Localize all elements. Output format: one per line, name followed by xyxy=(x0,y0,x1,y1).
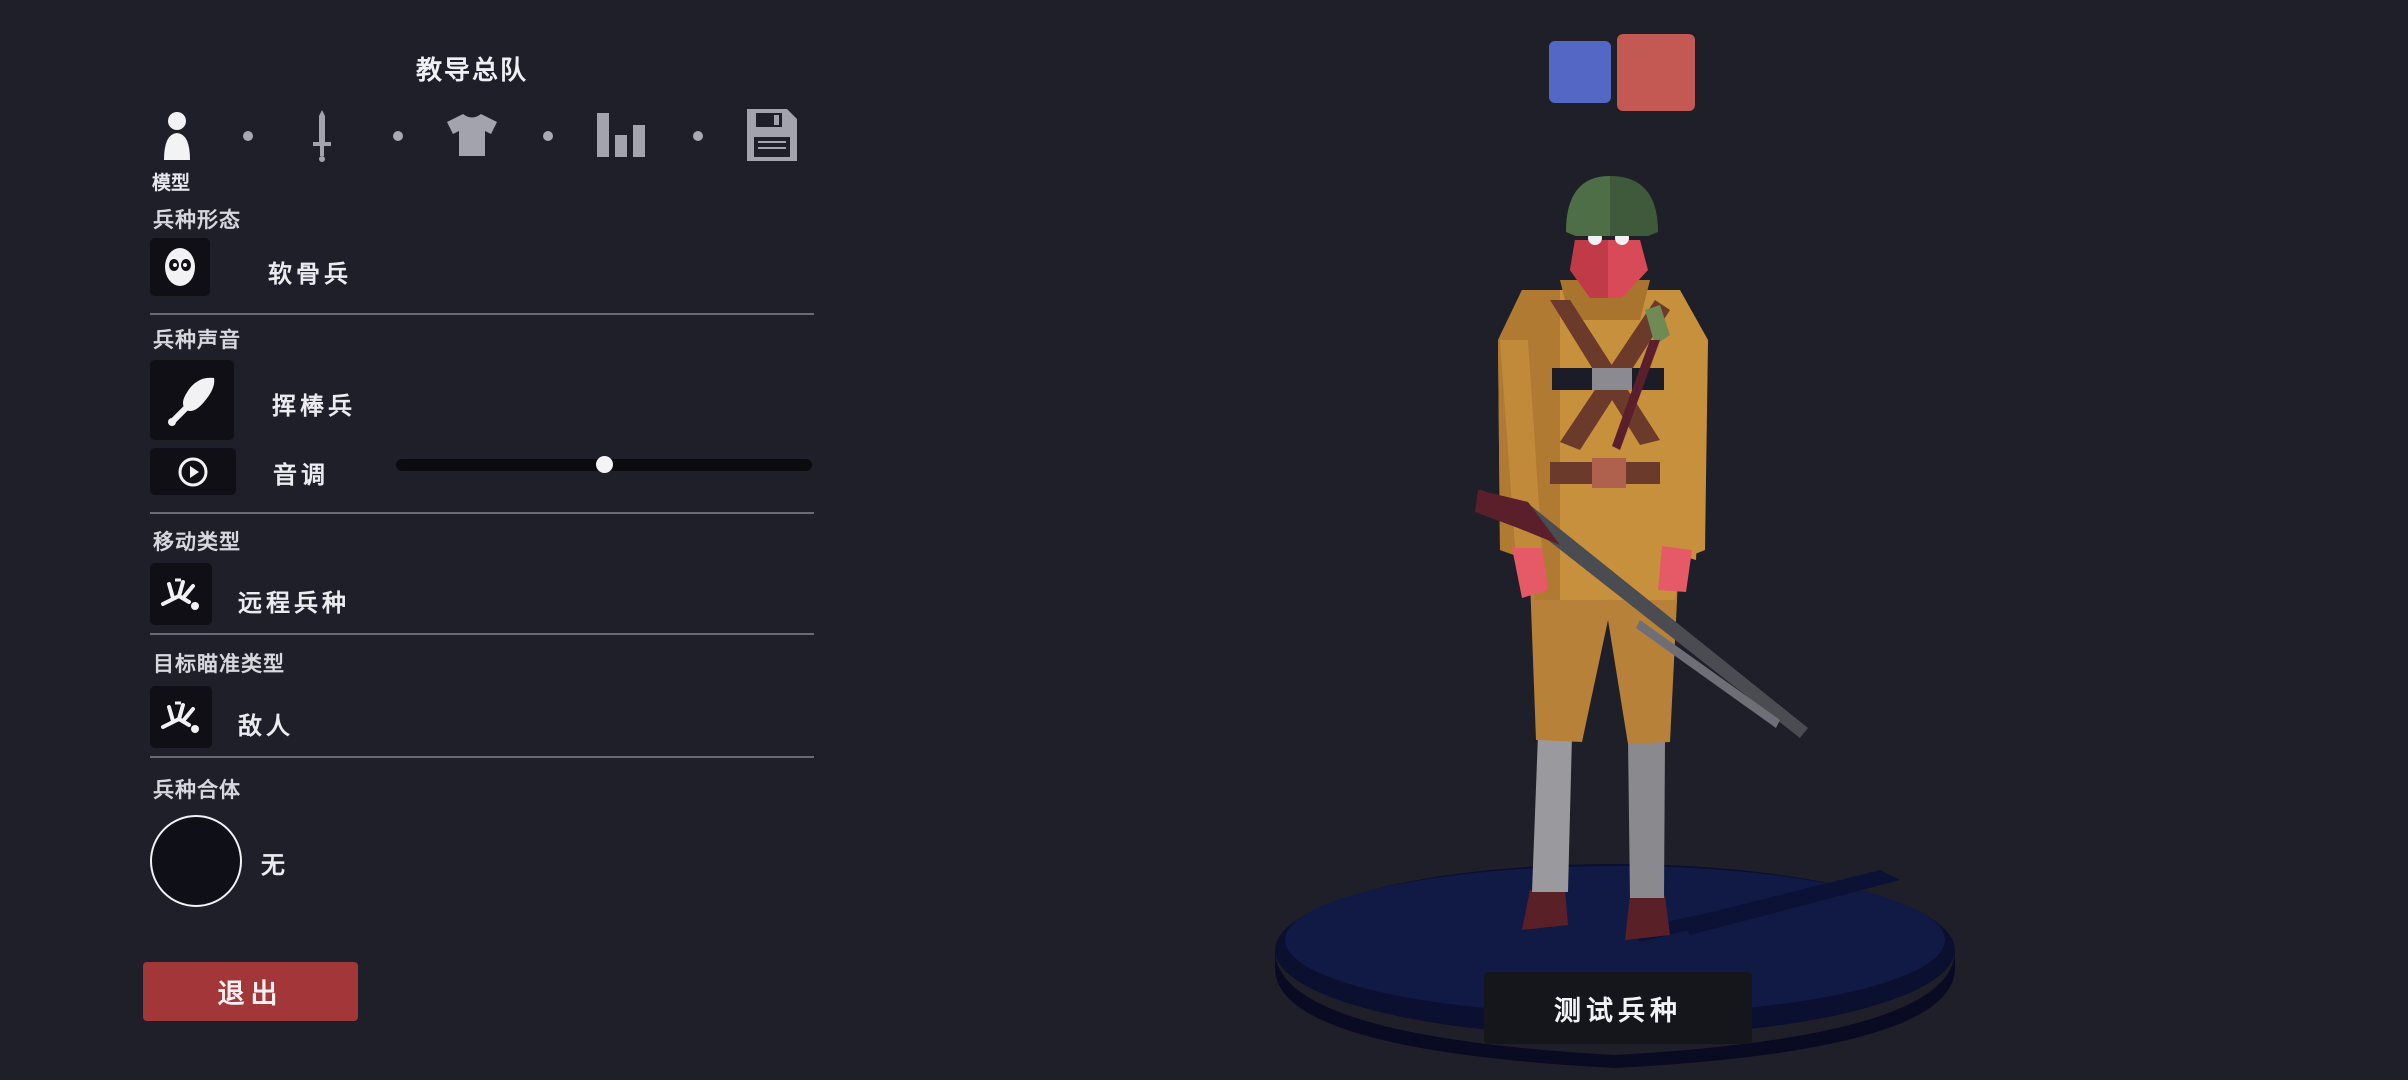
merge-section-label: 兵种合体 xyxy=(153,778,241,802)
tab-separator xyxy=(543,131,553,141)
section-divider xyxy=(150,756,814,758)
shirt-icon xyxy=(447,114,497,156)
team-blue-swatch[interactable] xyxy=(1549,41,1611,103)
exit-button[interactable]: 退出 xyxy=(143,962,358,1021)
tab-clothing[interactable] xyxy=(445,104,499,166)
play-icon xyxy=(178,457,208,486)
voice-section-label: 兵种声音 xyxy=(153,328,241,352)
tab-separator xyxy=(243,131,253,141)
active-tab-label: 模型 xyxy=(152,172,191,194)
tab-separator xyxy=(693,131,703,141)
voice-icon-button[interactable] xyxy=(150,360,234,440)
pitch-label: 音调 xyxy=(273,461,329,489)
targeting-icon-button[interactable] xyxy=(150,686,212,748)
editor-tabs xyxy=(150,104,802,166)
targeting-section-label: 目标瞄准类型 xyxy=(153,652,285,676)
movement-section-label: 移动类型 xyxy=(153,530,241,554)
unit-preview xyxy=(1275,176,1955,1068)
form-value[interactable]: 软骨兵 xyxy=(268,254,352,289)
pitch-slider[interactable] xyxy=(396,456,812,473)
form-icon-button[interactable] xyxy=(150,238,210,296)
tab-stats[interactable] xyxy=(595,104,649,166)
tab-save[interactable] xyxy=(745,104,799,166)
test-unit-button[interactable]: 测试兵种 xyxy=(1484,972,1752,1044)
unit-title[interactable]: 教导总队 xyxy=(0,50,944,87)
team-red-swatch[interactable] xyxy=(1617,34,1695,111)
tab-model[interactable] xyxy=(150,104,204,166)
form-section-label: 兵种形态 xyxy=(153,208,241,232)
voice-value[interactable]: 挥棒兵 xyxy=(272,386,356,421)
section-divider xyxy=(150,313,814,315)
tab-separator xyxy=(393,131,403,141)
fallen-unit-icon xyxy=(161,578,199,610)
drumstick-icon xyxy=(168,377,215,426)
merge-unit-slot[interactable] xyxy=(150,815,242,907)
stats-icon xyxy=(597,113,645,157)
sword-icon xyxy=(313,110,331,162)
merge-value: 无 xyxy=(261,851,289,879)
section-divider xyxy=(150,633,814,635)
tab-weapons[interactable] xyxy=(295,104,349,166)
movement-icon-button[interactable] xyxy=(150,563,212,625)
face-mask-icon xyxy=(165,248,195,286)
movement-value[interactable]: 远程兵种 xyxy=(238,583,350,618)
targeting-value[interactable]: 敌人 xyxy=(238,706,294,741)
fallen-unit-icon xyxy=(161,701,199,733)
save-icon xyxy=(747,109,797,161)
person-icon xyxy=(164,112,190,160)
play-voice-button[interactable] xyxy=(150,448,236,495)
soldier-figure xyxy=(1475,176,1808,940)
section-divider xyxy=(150,512,814,514)
pitch-slider-thumb[interactable] xyxy=(596,456,613,473)
